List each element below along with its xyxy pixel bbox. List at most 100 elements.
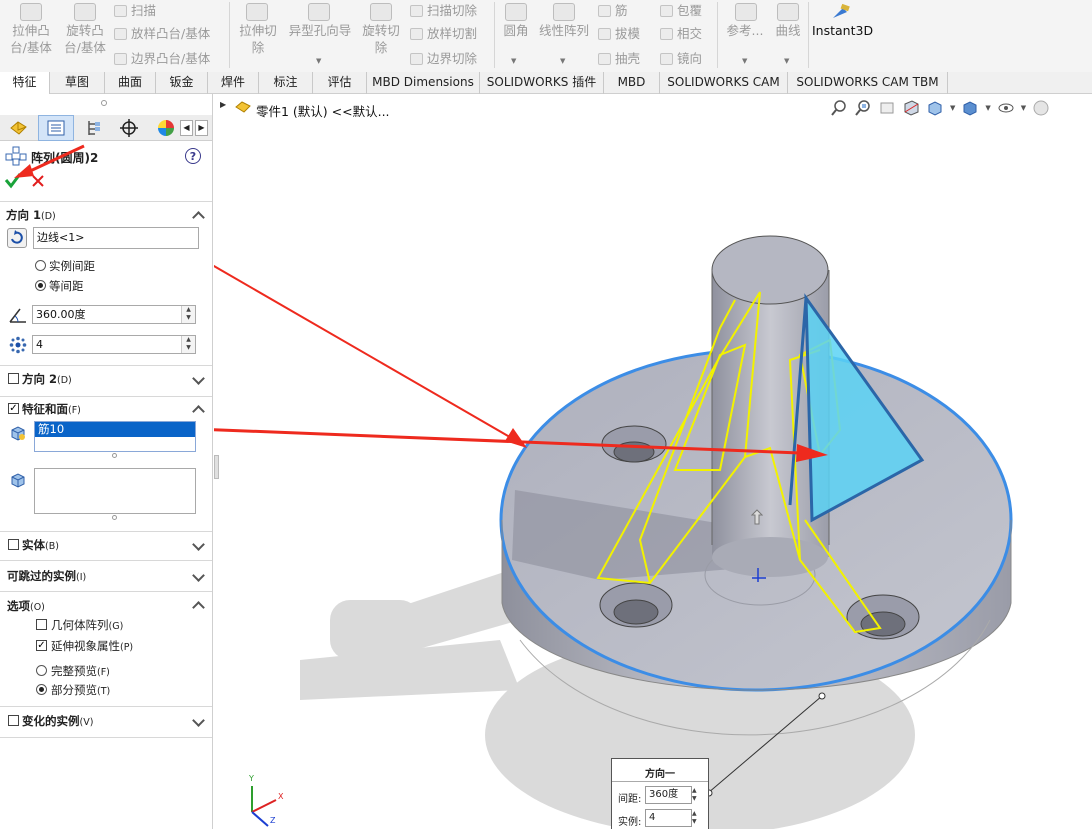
bodies-expand-icon[interactable]: [192, 538, 205, 551]
bodies-header[interactable]: 实体(B): [22, 537, 59, 553]
revolve-boss-button[interactable]: 旋转凸 台/基体: [60, 22, 110, 56]
hide-show-icon[interactable]: [997, 99, 1015, 117]
tree-breadcrumb[interactable]: 零件1 (默认) <<默认...: [256, 101, 390, 120]
display-style-icon[interactable]: [961, 99, 979, 117]
faces-list-box[interactable]: [34, 468, 196, 514]
tab-solidworks-cam-tbm[interactable]: SOLIDWORKS CAM TBM: [788, 72, 948, 94]
extruded-cut-button[interactable]: 拉伸切除: [234, 22, 282, 56]
curves-dropdown-icon[interactable]: ▼: [784, 57, 789, 65]
curves-button[interactable]: 曲线: [768, 22, 808, 39]
vary-instances-header[interactable]: 变化的实例(V): [22, 713, 93, 729]
boundary-boss-button[interactable]: 边界凸台/基体: [114, 50, 210, 67]
geometry-pattern-checkbox[interactable]: [36, 619, 47, 630]
vary-instances-checkbox[interactable]: [8, 715, 19, 726]
partial-preview-radio[interactable]: [36, 684, 47, 695]
section-view-icon[interactable]: [902, 99, 920, 117]
linear-pattern-button[interactable]: 线性阵列: [534, 22, 594, 39]
property-manager-icon[interactable]: [38, 115, 74, 141]
hole-wizard-button[interactable]: 异型孔向导: [284, 22, 356, 39]
instances-spinner[interactable]: ▲ ▼: [181, 336, 195, 353]
features-list-item[interactable]: 筋10: [35, 422, 195, 437]
instance-spacing-radio[interactable]: [35, 260, 46, 271]
loft-boss-button[interactable]: 放样凸台/基体: [114, 25, 210, 42]
vary-instances-expand-icon[interactable]: [192, 714, 205, 727]
intersect-button[interactable]: 相交: [660, 25, 702, 42]
graphics-area[interactable]: ▶ 零件1 (默认) <<默认... ▼ ▼ ▼ 方向一 间距: 360度 ▲ ▼…: [214, 94, 1092, 829]
fillet-button[interactable]: 圆角: [496, 22, 536, 39]
tab-scroll-left-button[interactable]: ◀: [180, 120, 193, 136]
equal-spacing-radio[interactable]: [35, 280, 46, 291]
display-manager-icon[interactable]: [152, 116, 180, 140]
tree-expand-icon[interactable]: ▶: [220, 100, 226, 109]
lofted-cut-button[interactable]: 放样切割: [410, 25, 477, 42]
instances-input[interactable]: 4: [32, 335, 196, 354]
extrude-boss-button[interactable]: 拉伸凸 台/基体: [6, 22, 56, 56]
tab-solidworks-cam[interactable]: SOLIDWORKS CAM: [660, 72, 788, 94]
rotate-direction-button[interactable]: [7, 228, 27, 248]
view-orientation-icon[interactable]: [926, 99, 944, 117]
direction1-edge-field[interactable]: 边线<1>: [33, 227, 199, 249]
sweep-boss-button[interactable]: 扫描: [114, 2, 156, 19]
angle-input[interactable]: 360.00度: [32, 305, 196, 324]
view-orientation-dropdown-icon[interactable]: ▼: [950, 104, 955, 112]
hole-wizard-dropdown-icon[interactable]: ▼: [316, 57, 321, 65]
shell-button[interactable]: 抽壳: [598, 50, 640, 67]
pattern-handle-icon[interactable]: [750, 509, 764, 525]
rib-button[interactable]: 筋: [598, 2, 628, 19]
fillet-dropdown-icon[interactable]: ▼: [511, 57, 516, 65]
features-faces-collapse-icon[interactable]: [192, 405, 205, 418]
tab-sheet-metal[interactable]: 钣金: [156, 72, 208, 94]
features-faces-header[interactable]: 特征和面(F): [22, 401, 81, 417]
boundary-cut-button[interactable]: 边界切除: [410, 50, 477, 67]
tab-mbd[interactable]: MBD: [604, 72, 660, 94]
hide-show-dropdown-icon[interactable]: ▼: [1021, 104, 1026, 112]
revolved-cut-button[interactable]: 旋转切除: [357, 22, 405, 56]
list-resize-grip[interactable]: [112, 453, 117, 458]
skip-instances-expand-icon[interactable]: [192, 569, 205, 582]
options-header[interactable]: 选项(O): [7, 598, 45, 614]
tab-sketch[interactable]: 草图: [50, 72, 105, 94]
pattern-dropdown-icon[interactable]: ▼: [560, 57, 565, 65]
dimxpert-icon[interactable]: [114, 116, 144, 140]
config-manager-icon[interactable]: [78, 116, 108, 140]
tab-evaluate[interactable]: 评估: [313, 72, 367, 94]
reference-dropdown-icon[interactable]: ▼: [742, 57, 747, 65]
callout-spacing-input[interactable]: 360度: [645, 786, 692, 804]
tab-scroll-right-button[interactable]: ▶: [195, 120, 208, 136]
draft-button[interactable]: 拔模: [598, 25, 640, 42]
skip-instances-header[interactable]: 可跳过的实例(I): [7, 568, 86, 584]
tab-surfaces[interactable]: 曲面: [105, 72, 156, 94]
full-preview-radio[interactable]: [36, 665, 47, 676]
direction2-checkbox[interactable]: [8, 373, 19, 384]
direction1-collapse-icon[interactable]: [192, 211, 205, 224]
tab-solidworks-addins[interactable]: SOLIDWORKS 插件: [480, 72, 604, 94]
reference-geometry-button[interactable]: 参考...: [722, 22, 768, 39]
tab-markup[interactable]: 标注: [259, 72, 313, 94]
direction2-header[interactable]: 方向 2(D): [22, 371, 72, 387]
callout-count-input[interactable]: 4: [645, 809, 692, 827]
direction1-header[interactable]: 方向 1(D): [6, 207, 56, 223]
swept-cut-button[interactable]: 扫描切除: [410, 2, 477, 19]
mirror-button[interactable]: 镜向: [660, 50, 702, 67]
propagate-visual-checkbox[interactable]: ✓: [36, 640, 47, 651]
options-collapse-icon[interactable]: [192, 601, 205, 614]
tab-mbd-dimensions[interactable]: MBD Dimensions: [367, 72, 480, 94]
zoom-area-icon[interactable]: [854, 99, 872, 117]
feature-manager-icon[interactable]: [4, 116, 34, 140]
features-faces-checkbox[interactable]: ✓: [8, 403, 19, 414]
previous-view-icon[interactable]: [878, 99, 896, 117]
callout-spacing-spinner[interactable]: ▲ ▼: [692, 787, 697, 803]
tab-weldments[interactable]: 焊件: [208, 72, 259, 94]
faces-list-resize-grip[interactable]: [112, 515, 117, 520]
appearance-icon[interactable]: [1032, 99, 1050, 117]
help-icon[interactable]: ?: [185, 148, 201, 164]
callout-count-spinner[interactable]: ▲ ▼: [692, 810, 697, 826]
wrap-button[interactable]: 包覆: [660, 2, 702, 19]
features-list-box[interactable]: 筋10: [34, 421, 196, 452]
angle-spinner[interactable]: ▲ ▼: [181, 306, 195, 323]
bodies-checkbox[interactable]: [8, 539, 19, 550]
instant3d-button[interactable]: Instant3D: [812, 22, 873, 39]
zoom-fit-icon[interactable]: [830, 99, 848, 117]
panel-grip-icon[interactable]: [101, 100, 107, 106]
tab-features[interactable]: 特征: [0, 72, 50, 95]
